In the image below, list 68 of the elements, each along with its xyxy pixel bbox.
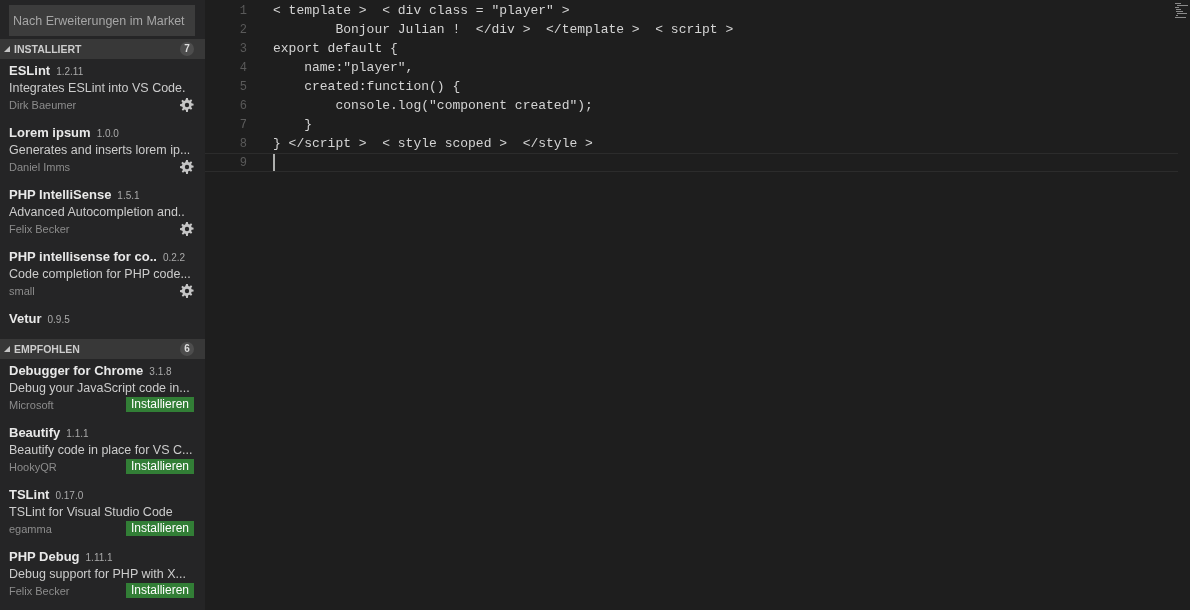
- extension-version: 3.1.8: [149, 366, 172, 377]
- line-number: 6: [238, 98, 247, 113]
- extension-author: Dirk Baeumer: [9, 98, 77, 111]
- expand-icon[interactable]: [4, 346, 10, 352]
- extension-name: PHP intellisense for co..: [9, 249, 157, 264]
- code-line: }: [303, 117, 312, 132]
- code-line: } </script > < style scoped > </style >: [273, 136, 593, 151]
- line-number: 7: [238, 117, 247, 132]
- code-line: export default {: [273, 41, 398, 56]
- line-number: 5: [238, 79, 247, 94]
- code-line: created:function() {: [303, 79, 461, 94]
- extension-name: Lorem ipsum: [9, 125, 91, 140]
- extension-description: Beautify code in place for VS C...: [9, 443, 193, 457]
- minimap-drawing[interactable]: [1175, 2, 1188, 20]
- extension-author: Microsoft: [9, 398, 54, 411]
- line-number: 9: [238, 155, 247, 170]
- expand-icon[interactable]: [4, 46, 10, 52]
- extension-version: 1.0.0: [96, 128, 119, 139]
- extension-name: PHP Debug: [9, 549, 80, 564]
- extension-version: 1.11.1: [85, 552, 113, 563]
- settings-icon[interactable]: [180, 283, 194, 298]
- extension-author: small: [9, 284, 35, 297]
- code-line: < template > < div class = "player" >: [273, 3, 570, 18]
- extension-author: Felix Becker: [9, 584, 70, 597]
- install-button[interactable]: Installieren: [125, 521, 194, 536]
- extension-description: Integrates ESLint into VS Code.: [9, 81, 186, 95]
- line-number: 4: [238, 60, 247, 75]
- extension-description: Debug support for PHP with X...: [9, 567, 186, 581]
- extension-name: Vetur: [9, 311, 42, 326]
- extension-name: ESLint: [9, 63, 51, 78]
- extension-description: Advanced Autocompletion and..: [9, 205, 185, 219]
- install-button[interactable]: Installieren: [125, 583, 194, 598]
- extension-name: PHP IntelliSense: [9, 187, 112, 202]
- extension-version: 0.17.0: [55, 490, 84, 501]
- extension-version: 0.9.5: [47, 314, 70, 325]
- text-cursor: [273, 154, 275, 171]
- extension-author: egamma: [9, 522, 52, 535]
- extension-author: Felix Becker: [9, 222, 70, 235]
- count-badge: 6: [180, 342, 194, 356]
- settings-icon[interactable]: [180, 221, 194, 236]
- extension-description: Code completion for PHP code...: [9, 267, 191, 281]
- extension-version: 0.2.2: [162, 252, 186, 263]
- line-number: 1: [238, 3, 247, 18]
- extension-author: HookyQR: [9, 460, 57, 473]
- extension-description: TSLint for Visual Studio Code: [9, 505, 173, 519]
- code-line: name:"player",: [303, 60, 414, 75]
- extension-name: TSLint: [9, 487, 50, 502]
- settings-icon[interactable]: [180, 97, 194, 112]
- section-header[interactable]: INSTALLIERT 7: [0, 39, 205, 59]
- extension-version: 1.5.1: [117, 190, 140, 201]
- line-number: 2: [238, 22, 247, 37]
- extension-name: Debugger for Chrome: [9, 363, 144, 378]
- line-number: 3: [238, 41, 247, 56]
- extension-description: Generates and inserts lorem ip...: [9, 143, 191, 157]
- extension-name: Beautify: [9, 425, 61, 440]
- extension-version: 1.2.11: [56, 66, 84, 77]
- extension-description: Debug your JavaScript code in...: [9, 381, 190, 395]
- code-line: console.log("component created");: [334, 98, 593, 113]
- extension-version: 1.1.1: [66, 428, 89, 439]
- extension-author: Daniel Imms: [9, 160, 71, 173]
- section-header[interactable]: EMPFOHLEN 6: [0, 339, 205, 359]
- code-line: Bonjour Julian ! </div > </template > < script >: [334, 22, 734, 37]
- line-number: 8: [238, 136, 247, 151]
- install-button[interactable]: Installieren: [125, 397, 194, 412]
- count-badge: 7: [180, 42, 194, 56]
- install-button[interactable]: Installieren: [125, 459, 194, 474]
- search-field[interactable]: Nach Erweiterungen im Market: [9, 5, 195, 36]
- settings-icon[interactable]: [180, 159, 194, 174]
